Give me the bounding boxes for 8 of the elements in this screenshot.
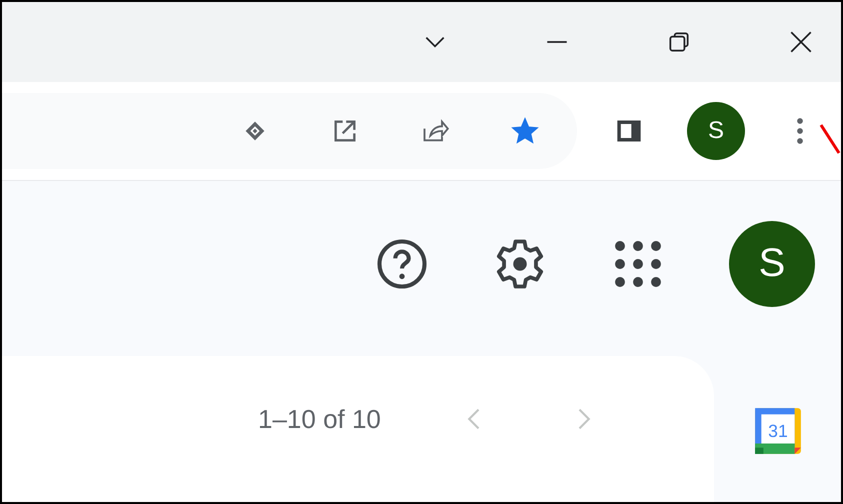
close-icon[interactable] (788, 29, 814, 55)
star-icon[interactable] (511, 117, 539, 145)
pagination-range: 1–10 of 10 (258, 404, 381, 434)
account-avatar[interactable]: S (729, 220, 815, 306)
profile-avatar[interactable]: S (687, 102, 745, 160)
calendar-icon[interactable]: 31 (752, 406, 802, 456)
annotation-line (819, 124, 841, 154)
help-icon[interactable] (375, 236, 429, 290)
